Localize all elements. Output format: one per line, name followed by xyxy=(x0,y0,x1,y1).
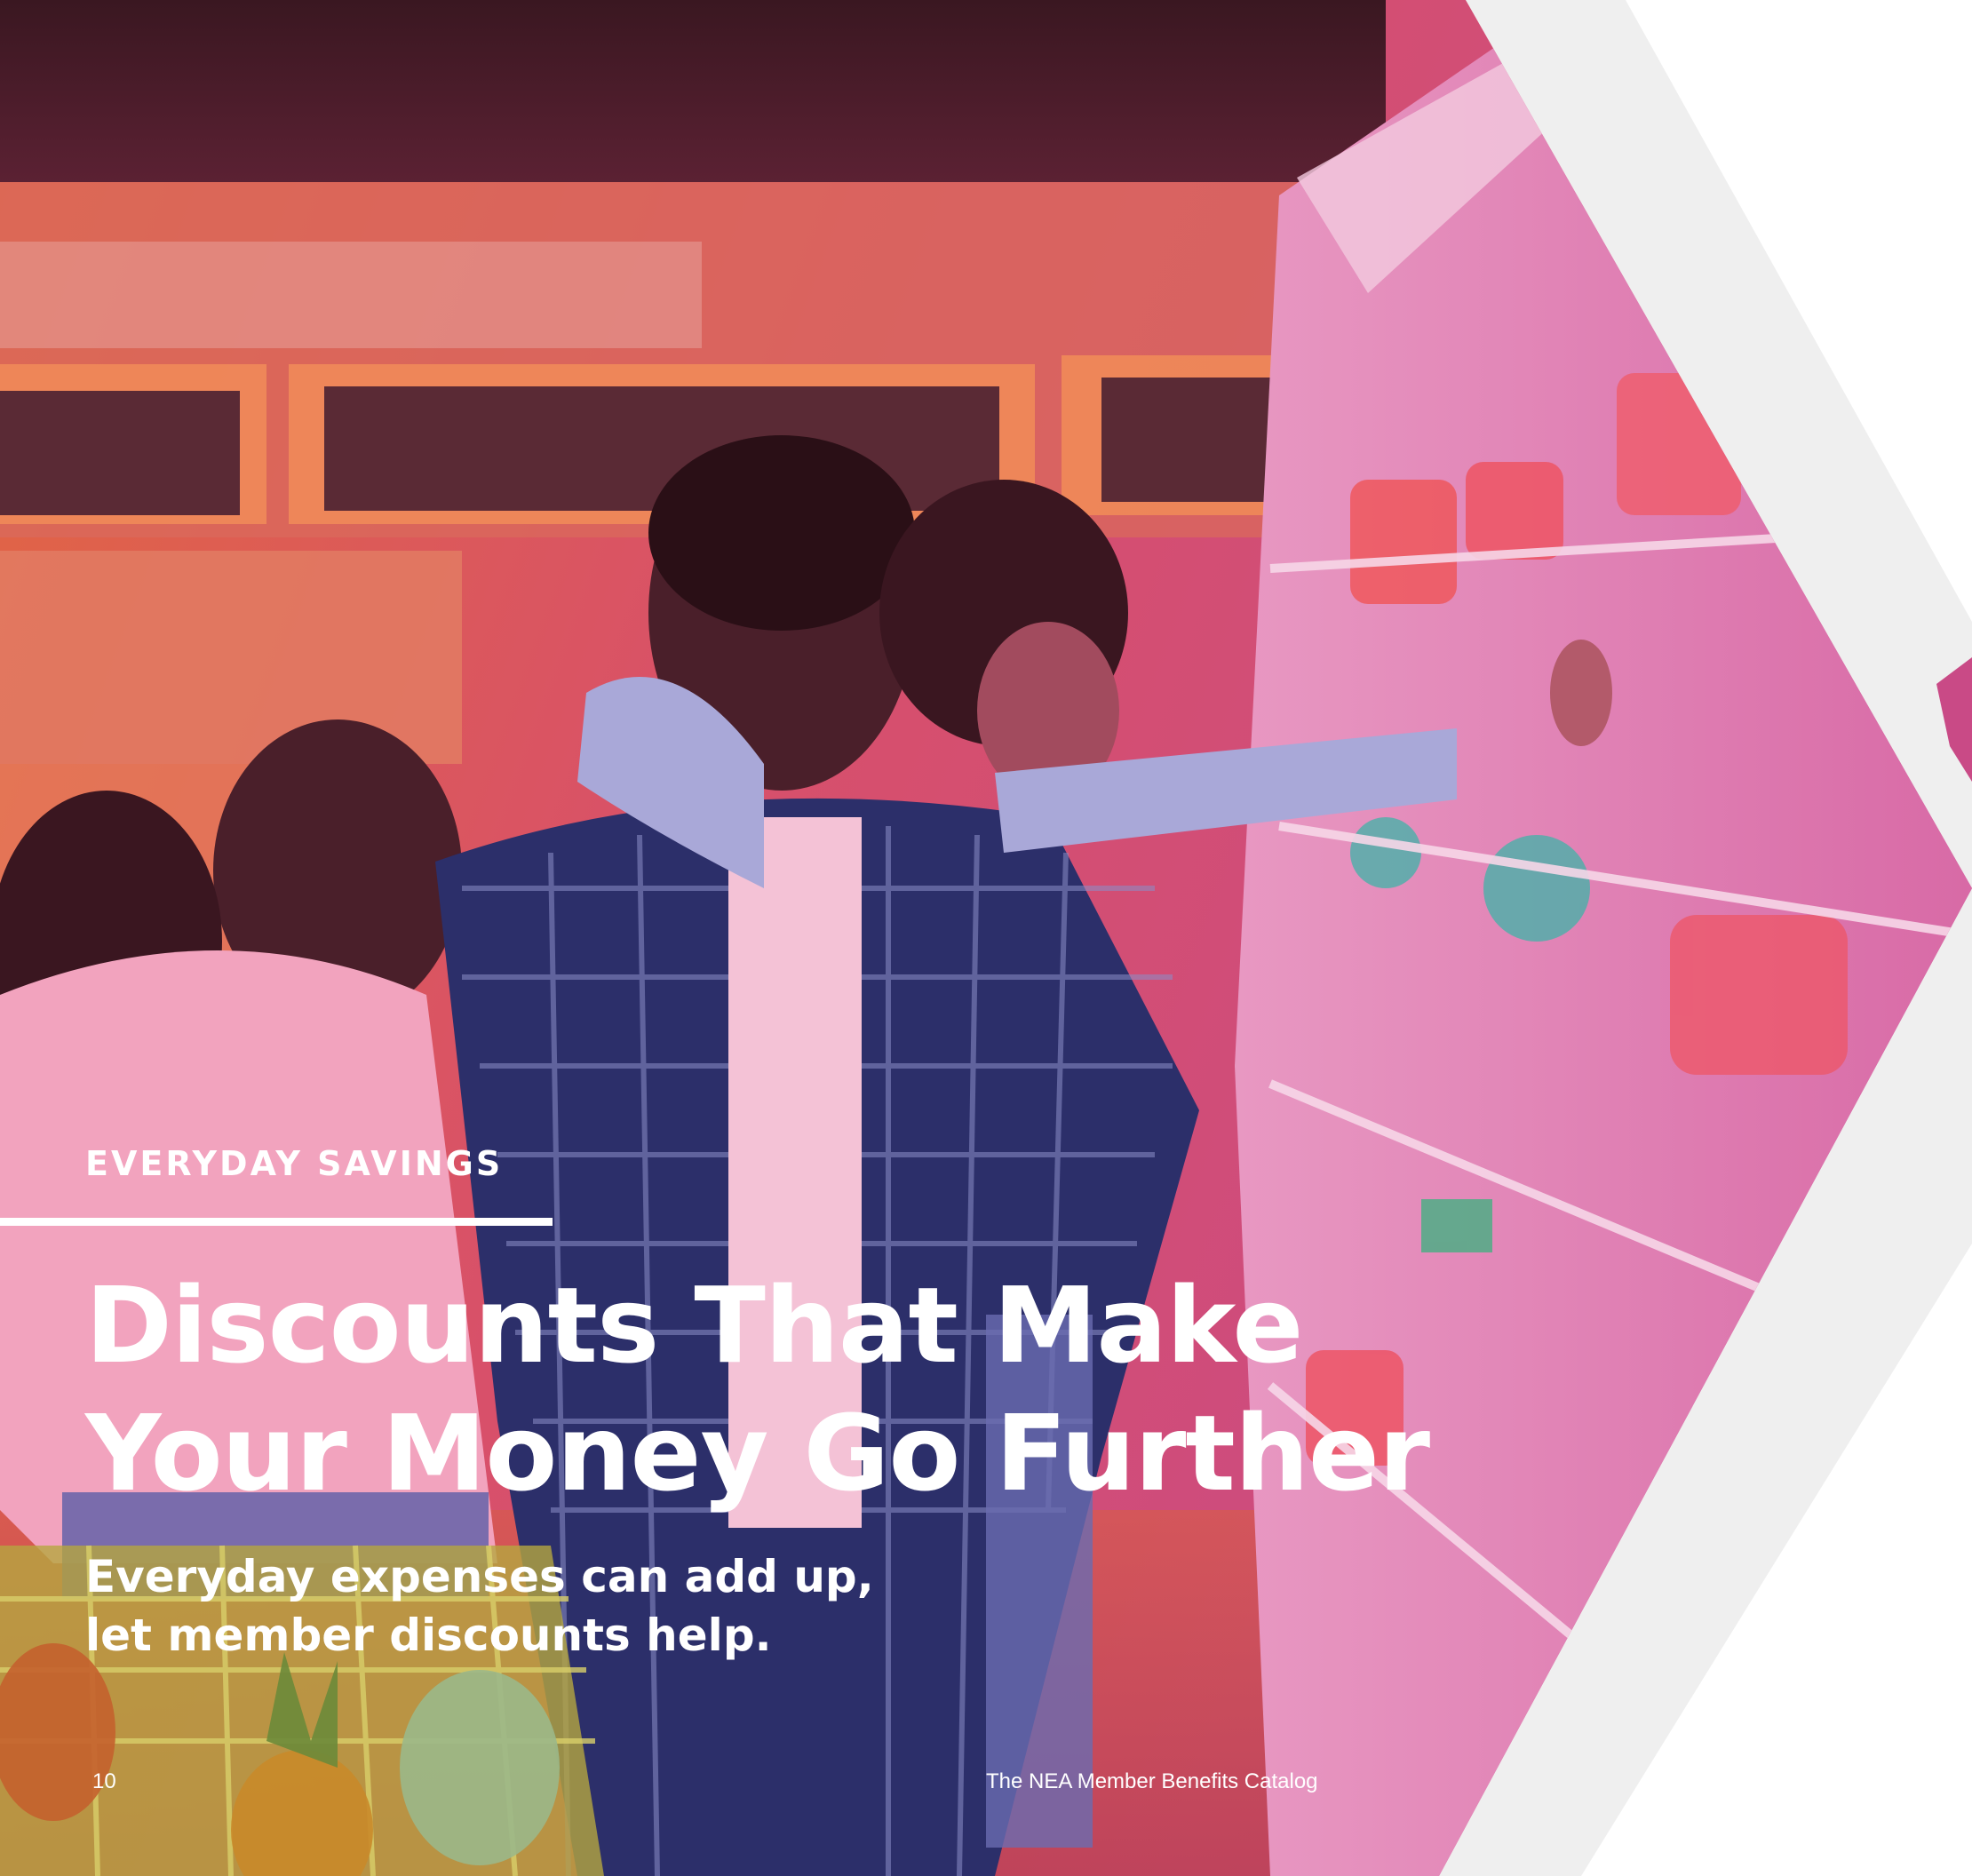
page-subhead: Everyday expenses can add up, let member… xyxy=(85,1547,874,1665)
headline-line-1: Discounts That Make xyxy=(85,1264,1303,1387)
eyebrow-rule xyxy=(0,1218,553,1226)
page-number: 10 xyxy=(92,1769,116,1793)
subhead-line-2: let member discounts help. xyxy=(85,1610,772,1661)
headline-line-2: Your Money Go Further xyxy=(85,1392,1430,1514)
subhead-line-1: Everyday expenses can add up, xyxy=(85,1551,874,1602)
section-eyebrow: EVERYDAY SAVINGS xyxy=(85,1144,504,1183)
page-headline: Discounts That Make Your Money Go Furthe… xyxy=(85,1261,1471,1517)
publication-title: The NEA Member Benefits Catalog xyxy=(986,1769,1318,1793)
catalog-page: EVERYDAY SAVINGS Discounts That Make You… xyxy=(0,0,1972,1876)
